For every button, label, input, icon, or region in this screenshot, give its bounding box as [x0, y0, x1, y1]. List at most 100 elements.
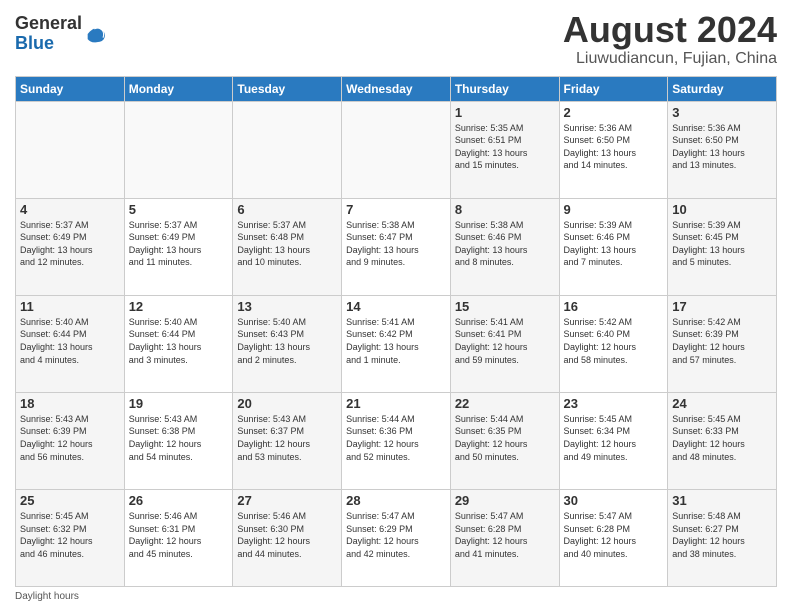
calendar-cell: 21 Sunrise: 5:44 AMSunset: 6:36 PMDayligh…: [342, 392, 451, 489]
day-info: Sunrise: 5:47 AMSunset: 6:28 PMDaylight:…: [564, 510, 664, 560]
calendar-cell: 14 Sunrise: 5:41 AMSunset: 6:42 PMDayligh…: [342, 295, 451, 392]
day-info: Sunrise: 5:36 AMSunset: 6:50 PMDaylight:…: [672, 122, 772, 172]
day-number: 18: [20, 396, 120, 411]
calendar-cell: [233, 101, 342, 198]
day-number: 7: [346, 202, 446, 217]
day-number: 6: [237, 202, 337, 217]
day-number: 24: [672, 396, 772, 411]
day-info: Sunrise: 5:40 AMSunset: 6:43 PMDaylight:…: [237, 316, 337, 366]
page: General Blue August 2024 Liuwudiancun, F…: [0, 0, 792, 612]
calendar-cell: 11 Sunrise: 5:40 AMSunset: 6:44 PMDayligh…: [16, 295, 125, 392]
day-number: 31: [672, 493, 772, 508]
calendar-cell: 12Sunrise: 5:40 AMSunset: 6:44 PMDayligh…: [124, 295, 233, 392]
day-number: 3: [672, 105, 772, 120]
calendar-cell: 4 Sunrise: 5:37 AMSunset: 6:49 PMDaylight…: [16, 198, 125, 295]
day-number: 16: [564, 299, 664, 314]
day-info: Sunrise: 5:46 AMSunset: 6:30 PMDaylight:…: [237, 510, 337, 560]
day-number: 9: [564, 202, 664, 217]
calendar-cell: 29 Sunrise: 5:47 AMSunset: 6:28 PMDayligh…: [450, 489, 559, 586]
calendar-subtitle: Liuwudiancun, Fujian, China: [563, 50, 777, 68]
calendar-cell: 23 Sunrise: 5:45 AMSunset: 6:34 PMDayligh…: [559, 392, 668, 489]
day-header-row: SundayMondayTuesdayWednesdayThursdayFrid…: [16, 76, 777, 101]
calendar-cell: 24 Sunrise: 5:45 AMSunset: 6:33 PMDayligh…: [668, 392, 777, 489]
calendar-cell: 8 Sunrise: 5:38 AMSunset: 6:46 PMDaylight…: [450, 198, 559, 295]
week-row-4: 18 Sunrise: 5:43 AMSunset: 6:39 PMDayligh…: [16, 392, 777, 489]
day-info: Sunrise: 5:39 AMSunset: 6:46 PMDaylight:…: [564, 219, 664, 269]
calendar-cell: 18 Sunrise: 5:43 AMSunset: 6:39 PMDayligh…: [16, 392, 125, 489]
day-number: 21: [346, 396, 446, 411]
day-number: 5: [129, 202, 229, 217]
day-info: Sunrise: 5:45 AMSunset: 6:34 PMDaylight:…: [564, 413, 664, 463]
calendar-cell: 2Sunrise: 5:36 AMSunset: 6:50 PMDaylight…: [559, 101, 668, 198]
day-number: 17: [672, 299, 772, 314]
header-saturday: Saturday: [668, 76, 777, 101]
day-info: Sunrise: 5:47 AMSunset: 6:28 PMDaylight:…: [455, 510, 555, 560]
header-wednesday: Wednesday: [342, 76, 451, 101]
calendar-cell: 25 Sunrise: 5:45 AMSunset: 6:32 PMDayligh…: [16, 489, 125, 586]
calendar-cell: 1Sunrise: 5:35 AMSunset: 6:51 PMDaylight…: [450, 101, 559, 198]
logo-icon: [84, 23, 106, 45]
day-info: Sunrise: 5:41 AMSunset: 6:42 PMDaylight:…: [346, 316, 446, 366]
calendar-cell: 27 Sunrise: 5:46 AMSunset: 6:30 PMDayligh…: [233, 489, 342, 586]
calendar-cell: 15Sunrise: 5:41 AMSunset: 6:41 PMDayligh…: [450, 295, 559, 392]
calendar-cell: 3 Sunrise: 5:36 AMSunset: 6:50 PMDaylight…: [668, 101, 777, 198]
day-number: 29: [455, 493, 555, 508]
calendar-table: SundayMondayTuesdayWednesdayThursdayFrid…: [15, 76, 777, 587]
day-info: Sunrise: 5:38 AMSunset: 6:46 PMDaylight:…: [455, 219, 555, 269]
day-number: 11: [20, 299, 120, 314]
header-tuesday: Tuesday: [233, 76, 342, 101]
day-info: Sunrise: 5:45 AMSunset: 6:32 PMDaylight:…: [20, 510, 120, 560]
logo-general: General: [15, 13, 82, 33]
calendar-title: August 2024: [563, 10, 777, 50]
day-info: Sunrise: 5:40 AMSunset: 6:44 PMDaylight:…: [20, 316, 120, 366]
calendar-cell: 30 Sunrise: 5:47 AMSunset: 6:28 PMDayligh…: [559, 489, 668, 586]
header-monday: Monday: [124, 76, 233, 101]
day-info: Sunrise: 5:35 AMSunset: 6:51 PMDaylight:…: [455, 122, 555, 172]
day-info: Sunrise: 5:44 AMSunset: 6:36 PMDaylight:…: [346, 413, 446, 463]
calendar-cell: 26 Sunrise: 5:46 AMSunset: 6:31 PMDayligh…: [124, 489, 233, 586]
daylight-label: Daylight hours: [15, 591, 79, 602]
day-number: 22: [455, 396, 555, 411]
day-number: 23: [564, 396, 664, 411]
week-row-5: 25 Sunrise: 5:45 AMSunset: 6:32 PMDayligh…: [16, 489, 777, 586]
header-sunday: Sunday: [16, 76, 125, 101]
calendar-cell: [342, 101, 451, 198]
day-number: 14: [346, 299, 446, 314]
calendar-header: SundayMondayTuesdayWednesdayThursdayFrid…: [16, 76, 777, 101]
calendar-cell: 17 Sunrise: 5:42 AMSunset: 6:39 PMDayligh…: [668, 295, 777, 392]
day-info: Sunrise: 5:46 AMSunset: 6:31 PMDaylight:…: [129, 510, 229, 560]
calendar-cell: 19Sunrise: 5:43 AMSunset: 6:38 PMDayligh…: [124, 392, 233, 489]
footer: Daylight hours: [15, 591, 777, 602]
calendar-cell: 5 Sunrise: 5:37 AMSunset: 6:49 PMDaylight…: [124, 198, 233, 295]
day-info: Sunrise: 5:37 AMSunset: 6:49 PMDaylight:…: [20, 219, 120, 269]
day-number: 19: [129, 396, 229, 411]
logo-text: General Blue: [15, 14, 82, 54]
day-info: Sunrise: 5:36 AMSunset: 6:50 PMDaylight:…: [564, 122, 664, 172]
day-info: Sunrise: 5:43 AMSunset: 6:37 PMDaylight:…: [237, 413, 337, 463]
header-friday: Friday: [559, 76, 668, 101]
calendar-cell: [16, 101, 125, 198]
day-info: Sunrise: 5:47 AMSunset: 6:29 PMDaylight:…: [346, 510, 446, 560]
day-info: Sunrise: 5:48 AMSunset: 6:27 PMDaylight:…: [672, 510, 772, 560]
day-number: 27: [237, 493, 337, 508]
logo-blue: Blue: [15, 33, 54, 53]
day-number: 28: [346, 493, 446, 508]
day-info: Sunrise: 5:43 AMSunset: 6:39 PMDaylight:…: [20, 413, 120, 463]
day-number: 26: [129, 493, 229, 508]
day-number: 30: [564, 493, 664, 508]
logo: General Blue: [15, 14, 106, 54]
day-number: 4: [20, 202, 120, 217]
day-info: Sunrise: 5:37 AMSunset: 6:49 PMDaylight:…: [129, 219, 229, 269]
day-info: Sunrise: 5:45 AMSunset: 6:33 PMDaylight:…: [672, 413, 772, 463]
header: General Blue August 2024 Liuwudiancun, F…: [15, 10, 777, 68]
day-number: 25: [20, 493, 120, 508]
day-info: Sunrise: 5:42 AMSunset: 6:39 PMDaylight:…: [672, 316, 772, 366]
calendar-cell: 9 Sunrise: 5:39 AMSunset: 6:46 PMDaylight…: [559, 198, 668, 295]
calendar-cell: 22 Sunrise: 5:44 AMSunset: 6:35 PMDayligh…: [450, 392, 559, 489]
day-info: Sunrise: 5:38 AMSunset: 6:47 PMDaylight:…: [346, 219, 446, 269]
day-number: 8: [455, 202, 555, 217]
day-info: Sunrise: 5:44 AMSunset: 6:35 PMDaylight:…: [455, 413, 555, 463]
day-number: 10: [672, 202, 772, 217]
calendar-body: 1Sunrise: 5:35 AMSunset: 6:51 PMDaylight…: [16, 101, 777, 586]
day-number: 12: [129, 299, 229, 314]
